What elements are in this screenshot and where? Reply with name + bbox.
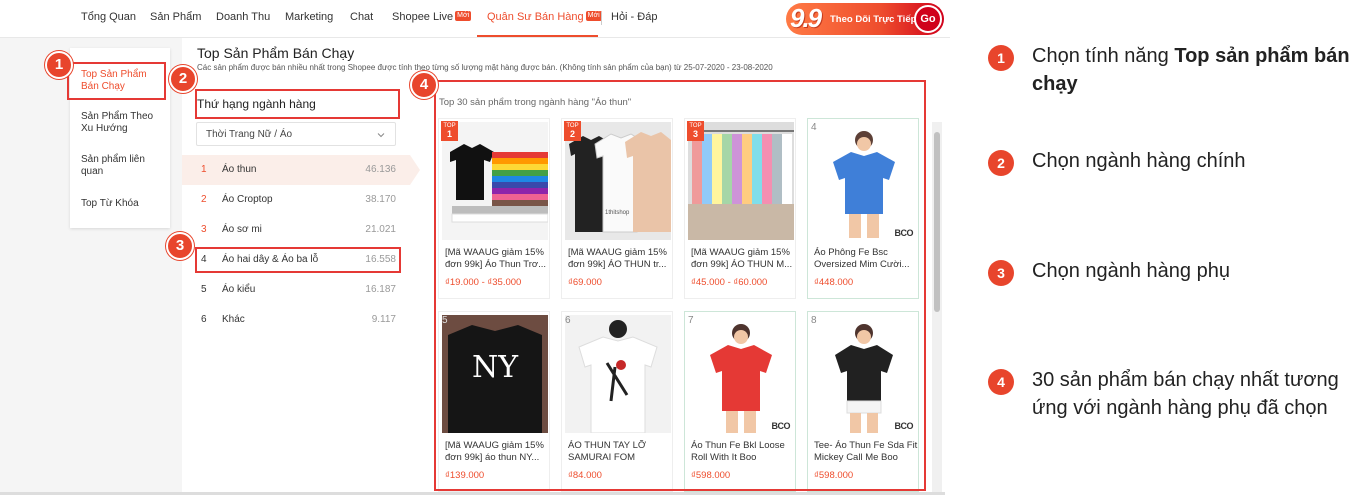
ranking-row[interactable]: 6 Khác 9.117 [182, 305, 410, 335]
ranking-count: 38.170 [365, 194, 396, 205]
chevron-down-icon [377, 133, 385, 138]
menu-san-pham-lien-quan[interactable]: Sản phẩm liên quan [81, 154, 167, 178]
legend-number: 1 [988, 45, 1014, 71]
ranking-row[interactable]: 1 Áo thun 46.136 [182, 155, 420, 185]
ranking-number: 5 [201, 284, 207, 295]
legend-text: Chọn ngành hàng chính [1032, 150, 1246, 172]
banner-logo: 9.9 [790, 3, 822, 33]
banner-go-button[interactable]: Go [914, 5, 942, 33]
scrollbar[interactable] [932, 122, 942, 492]
step-badge-1: 1 [45, 51, 73, 79]
ranking-name: Áo thun [222, 164, 257, 175]
menu-san-pham-xu-huong[interactable]: Sản Phẩm Theo Xu Hướng [81, 111, 167, 135]
step-badge-2: 2 [169, 65, 197, 93]
ranking-count: 46.136 [365, 164, 396, 175]
nav-san-pham[interactable]: Sản Phẩm [150, 11, 201, 23]
legend-number: 2 [988, 150, 1014, 176]
page-subtitle: Các sản phẩm được bán nhiều nhất trong S… [197, 63, 773, 72]
ranking-number: 3 [201, 224, 207, 235]
menu-top-tu-khoa[interactable]: Top Từ Khóa [81, 198, 167, 210]
category-select[interactable]: Thời Trang Nữ / Áo [196, 122, 396, 146]
nav-marketing[interactable]: Marketing [285, 11, 333, 23]
ranking-count: 16.187 [365, 284, 396, 295]
legend-text: Chọn ngành hàng phụ [1032, 260, 1230, 282]
nav-doanh-thu[interactable]: Doanh Thu [216, 11, 270, 23]
active-row-arrow [410, 155, 420, 185]
live-banner[interactable]: 9.9 Theo Dõi Trực Tiếp Go [786, 3, 944, 35]
nav-divider [601, 12, 602, 25]
nav-shopee-live-label: Shopee Live [392, 11, 454, 23]
active-tab-underline [477, 35, 598, 37]
nav-quan-su-ban-hang[interactable]: Quân Sư Bán Hàng Mới [487, 11, 602, 23]
nav-tong-quan[interactable]: Tổng Quan [81, 11, 136, 23]
ranking-number: 2 [201, 194, 207, 205]
nav-chat[interactable]: Chat [350, 11, 373, 23]
step-badge-3: 3 [166, 232, 194, 260]
scrollbar-thumb[interactable] [934, 132, 940, 312]
category-select-value: Thời Trang Nữ / Áo [206, 129, 293, 140]
page-title: Top Sản Phẩm Bán Chạy [197, 45, 355, 61]
ranking-count: 9.117 [371, 314, 396, 325]
ranking-row[interactable]: 5 Áo kiểu 16.187 [182, 275, 410, 305]
highlight-box-step-2 [195, 89, 400, 119]
ranking-number: 6 [201, 314, 207, 325]
legend-text: 30 sản phẩm bán chạy nhất tương ứng với … [1032, 369, 1339, 419]
highlight-box-step-3 [195, 247, 401, 273]
ranking-name: Khác [222, 314, 245, 325]
legend-text-plain: Chọn tính năng [1032, 45, 1175, 67]
ranking-name: Áo kiểu [222, 284, 256, 295]
highlight-box-step-4 [434, 80, 926, 491]
legend-number: 3 [988, 260, 1014, 286]
step-badge-4: 4 [410, 71, 438, 99]
top-nav: Tổng Quan Sản Phẩm Doanh Thu Marketing C… [0, 0, 950, 38]
ranking-row[interactable]: 3 Áo sơ mi 21.021 [182, 215, 410, 245]
nav-quan-su-label: Quân Sư Bán Hàng [487, 11, 584, 23]
legend-number: 4 [988, 369, 1014, 395]
nav-hoi-dap[interactable]: Hỏi - Đáp [611, 11, 657, 23]
ranking-number: 1 [201, 164, 207, 175]
banner-text: Theo Dõi Trực Tiếp [830, 14, 917, 25]
highlight-box-step-1 [67, 62, 166, 100]
new-badge: Mới [585, 11, 602, 21]
ranking-name: Áo sơ mi [222, 224, 262, 235]
ranking-count: 21.021 [365, 224, 396, 235]
ranking-name: Áo Croptop [222, 194, 273, 205]
ranking-row[interactable]: 2 Áo Croptop 38.170 [182, 185, 410, 215]
legend-text: Chọn tính năng Top sản phẩm bán chạy [1032, 42, 1357, 98]
nav-shopee-live[interactable]: Shopee Live Mới [392, 11, 472, 23]
new-badge: Mới [455, 11, 472, 21]
